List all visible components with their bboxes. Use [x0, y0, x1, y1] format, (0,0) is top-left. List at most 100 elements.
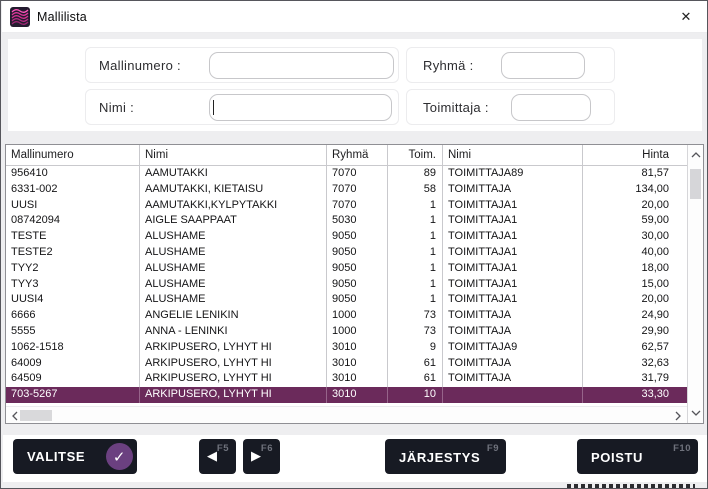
- table-row[interactable]: 64509ARKIPUSERO, LYHYT HI301061TOIMITTAJ…: [6, 371, 687, 387]
- table-row[interactable]: 5555ANNA - LENINKI100073TOIMITTAJA29,90: [6, 324, 687, 340]
- table-cell: 58: [388, 182, 443, 198]
- table-cell: TOIMITTAJA: [443, 371, 583, 387]
- table-row[interactable]: TYY3ALUSHAME90501TOIMITTAJA115,00: [6, 277, 687, 293]
- col-header-toim[interactable]: Toim.: [388, 145, 443, 166]
- table-cell: [443, 387, 583, 403]
- next-button[interactable]: ▶ F6: [243, 439, 280, 474]
- table-row[interactable]: 6666ANGELIE LENIKIN100073TOIMITTAJA24,90: [6, 308, 687, 324]
- scroll-right-icon[interactable]: [672, 409, 684, 422]
- table-cell: 62,57: [583, 340, 687, 356]
- table-cell: UUSI4: [6, 292, 140, 308]
- nimi-input[interactable]: [209, 94, 392, 121]
- f6-key-label: F6: [261, 443, 273, 454]
- table-cell: 32,63: [583, 356, 687, 372]
- table-cell: TOIMITTAJA1: [443, 245, 583, 261]
- poistu-button[interactable]: POISTU F10: [577, 439, 698, 474]
- col-header-ryhma[interactable]: Ryhmä: [327, 145, 388, 166]
- jarjestys-label: JÄRJESTYS: [399, 450, 480, 465]
- table-cell: 1: [388, 245, 443, 261]
- table-cell: 6331-002: [6, 182, 140, 198]
- table-cell: 1: [388, 198, 443, 214]
- field-toimittaja: Toimittaja :: [406, 89, 615, 125]
- table-body: 956410AAMUTAKKI707089TOIMITTAJA8981,5763…: [6, 166, 687, 406]
- table-cell: TOIMITTAJA1: [443, 277, 583, 293]
- table-cell: 33,30: [583, 387, 687, 403]
- valitse-button[interactable]: VALITSE ✓: [13, 439, 137, 474]
- jarjestys-button[interactable]: JÄRJESTYS F9: [385, 439, 506, 474]
- table-cell: 7070: [327, 198, 388, 214]
- table-cell: 20,00: [583, 292, 687, 308]
- table-cell: 24,90: [583, 308, 687, 324]
- table-cell: 703-5267: [6, 387, 140, 403]
- table-cell: 9050: [327, 229, 388, 245]
- table-cell: 5555: [6, 324, 140, 340]
- table-cell: 59,00: [583, 213, 687, 229]
- table-cell: TOIMITTAJA: [443, 182, 583, 198]
- table-cell: 61: [388, 371, 443, 387]
- table-cell: TOIMITTAJA: [443, 308, 583, 324]
- ryhma-input[interactable]: [501, 52, 585, 79]
- table-cell: TYY3: [6, 277, 140, 293]
- table-header: Mallinumero Nimi Ryhmä Toim. Nimi Hinta: [6, 145, 687, 166]
- table-cell: 64009: [6, 356, 140, 372]
- table-cell: ANGELIE LENIKIN: [140, 308, 327, 324]
- table-cell: 1062-1518: [6, 340, 140, 356]
- table-cell: 6666: [6, 308, 140, 324]
- close-icon[interactable]: ✕: [671, 3, 701, 31]
- table-row[interactable]: TYY2ALUSHAME90501TOIMITTAJA118,00: [6, 261, 687, 277]
- vertical-scroll-thumb[interactable]: [690, 169, 701, 199]
- col-header-mallinumero[interactable]: Mallinumero: [6, 145, 140, 166]
- table-cell: 3010: [327, 371, 388, 387]
- title-bar[interactable]: Mallilista ✕: [2, 1, 707, 33]
- previous-button[interactable]: ◀ F5: [199, 439, 236, 474]
- mallinumero-label: Mallinumero :: [99, 58, 181, 73]
- table-cell: 1: [388, 277, 443, 293]
- table-row[interactable]: UUSI4ALUSHAME90501TOIMITTAJA120,00: [6, 292, 687, 308]
- col-header-nimi2[interactable]: Nimi: [443, 145, 583, 166]
- table-row[interactable]: 703-5267ARKIPUSERO, LYHYT HI30101033,30: [6, 387, 687, 403]
- ryhma-label: Ryhmä :: [423, 58, 474, 73]
- table-cell: ARKIPUSERO, LYHYT HI: [140, 356, 327, 372]
- table-cell: TOIMITTAJA1: [443, 261, 583, 277]
- table-row[interactable]: 64009ARKIPUSERO, LYHYT HI301061TOIMITTAJ…: [6, 356, 687, 372]
- table-row[interactable]: 6331-002AAMUTAKKI, KIETAISU707058TOIMITT…: [6, 182, 687, 198]
- table-cell: 73: [388, 324, 443, 340]
- table-cell: 15,00: [583, 277, 687, 293]
- window-title: Mallilista: [37, 10, 87, 24]
- mallinumero-input[interactable]: [209, 52, 394, 79]
- field-nimi: Nimi :: [85, 89, 399, 125]
- table-row[interactable]: TESTE2ALUSHAME90501TOIMITTAJA140,00: [6, 245, 687, 261]
- table-cell: AAMUTAKKI,KYLPYTAKKI: [140, 198, 327, 214]
- table-cell: 64509: [6, 371, 140, 387]
- table-cell: TOIMITTAJA1: [443, 292, 583, 308]
- table-cell: 7070: [327, 182, 388, 198]
- table-row[interactable]: 956410AAMUTAKKI707089TOIMITTAJA8981,57: [6, 166, 687, 182]
- table-row[interactable]: 1062-1518ARKIPUSERO, LYHYT HI30109TOIMIT…: [6, 340, 687, 356]
- table-cell: 7070: [327, 166, 388, 182]
- toimittaja-input[interactable]: [511, 94, 591, 121]
- table-row[interactable]: 08742094AIGLE SAAPPAAT50301TOIMITTAJA159…: [6, 213, 687, 229]
- table-cell: 9: [388, 340, 443, 356]
- toimittaja-label: Toimittaja :: [423, 100, 489, 115]
- table-row[interactable]: TESTEALUSHAME90501TOIMITTAJA130,00: [6, 229, 687, 245]
- horizontal-scroll-thumb[interactable]: [20, 410, 52, 421]
- f5-key-label: F5: [217, 443, 229, 454]
- clipped-text-artifact: [567, 484, 695, 488]
- col-header-nimi[interactable]: Nimi: [140, 145, 327, 166]
- f10-key-label: F10: [673, 443, 691, 454]
- col-header-hinta[interactable]: Hinta: [583, 145, 687, 166]
- scroll-up-icon[interactable]: [688, 148, 703, 162]
- table-cell: AAMUTAKKI: [140, 166, 327, 182]
- table-cell: ALUSHAME: [140, 229, 327, 245]
- table-cell: 81,57: [583, 166, 687, 182]
- scroll-down-icon[interactable]: [688, 406, 703, 420]
- table-cell: UUSI: [6, 198, 140, 214]
- table-row[interactable]: UUSIAAMUTAKKI,KYLPYTAKKI70701TOIMITTAJA1…: [6, 198, 687, 214]
- table-cell: TOIMITTAJA89: [443, 166, 583, 182]
- table-cell: 30,00: [583, 229, 687, 245]
- table-cell: ALUSHAME: [140, 261, 327, 277]
- table-cell: ARKIPUSERO, LYHYT HI: [140, 371, 327, 387]
- dialog-mallilista: Mallilista ✕ Mallinumero : Ryhmä : Nimi …: [0, 0, 708, 489]
- vertical-scrollbar[interactable]: [687, 145, 703, 423]
- horizontal-scrollbar[interactable]: [6, 406, 687, 423]
